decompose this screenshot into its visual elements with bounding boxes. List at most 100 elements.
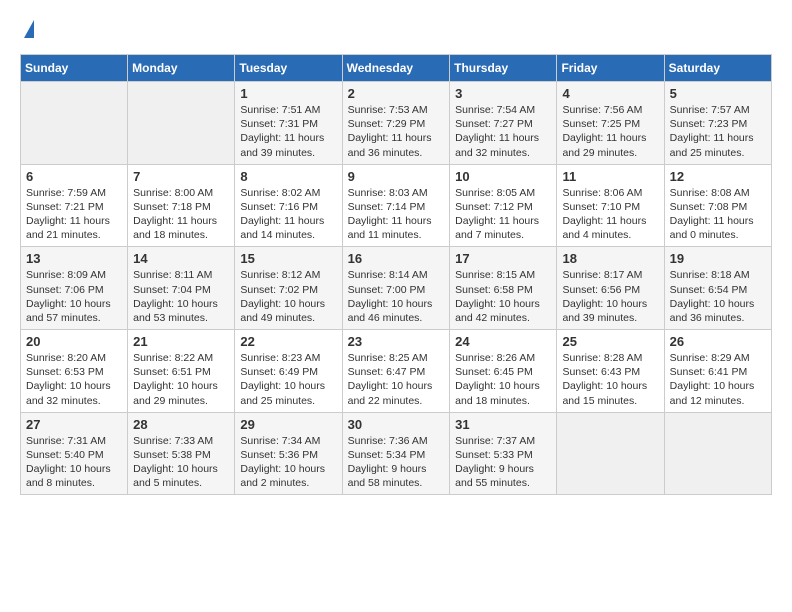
day-info: Sunrise: 8:06 AM Sunset: 7:10 PM Dayligh… [562,186,658,243]
day-info: Sunrise: 8:08 AM Sunset: 7:08 PM Dayligh… [670,186,766,243]
calendar-cell: 8Sunrise: 8:02 AM Sunset: 7:16 PM Daylig… [235,164,342,247]
day-info: Sunrise: 8:00 AM Sunset: 7:18 PM Dayligh… [133,186,229,243]
day-number: 8 [240,169,336,184]
day-info: Sunrise: 8:22 AM Sunset: 6:51 PM Dayligh… [133,351,229,408]
day-number: 26 [670,334,766,349]
calendar-cell [128,82,235,165]
day-info: Sunrise: 8:03 AM Sunset: 7:14 PM Dayligh… [348,186,445,243]
day-info: Sunrise: 7:57 AM Sunset: 7:23 PM Dayligh… [670,103,766,160]
day-info: Sunrise: 8:26 AM Sunset: 6:45 PM Dayligh… [455,351,551,408]
day-info: Sunrise: 8:09 AM Sunset: 7:06 PM Dayligh… [26,268,122,325]
calendar-table: SundayMondayTuesdayWednesdayThursdayFrid… [20,54,772,495]
day-info: Sunrise: 8:23 AM Sunset: 6:49 PM Dayligh… [240,351,336,408]
calendar-week-row: 1 Sunrise: 7:51 AM Sunset: 7:31 PM Daylig… [21,82,772,165]
calendar-cell: 9 Sunrise: 8:03 AM Sunset: 7:14 PM Daylig… [342,164,450,247]
day-number: 13 [26,251,122,266]
calendar-cell: 23Sunrise: 8:25 AM Sunset: 6:47 PM Dayli… [342,330,450,413]
day-number: 20 [26,334,122,349]
col-header-friday: Friday [557,55,664,82]
col-header-thursday: Thursday [450,55,557,82]
day-number: 3 [455,86,551,101]
calendar-week-row: 13 Sunrise: 8:09 AM Sunset: 7:06 PM Dayli… [21,247,772,330]
calendar-cell: 2 Sunrise: 7:53 AM Sunset: 7:29 PM Daylig… [342,82,450,165]
calendar-cell: 22 Sunrise: 8:23 AM Sunset: 6:49 PM Dayli… [235,330,342,413]
day-info: Sunrise: 7:33 AM Sunset: 5:38 PM Dayligh… [133,434,229,491]
day-info: Sunrise: 7:34 AM Sunset: 5:36 PM Dayligh… [240,434,336,491]
day-number: 1 [240,86,336,101]
day-info: Sunrise: 8:15 AM Sunset: 6:58 PM Dayligh… [455,268,551,325]
day-number: 9 [348,169,445,184]
calendar-week-row: 27 Sunrise: 7:31 AM Sunset: 5:40 PM Dayli… [21,412,772,495]
day-number: 4 [562,86,658,101]
day-info: Sunrise: 7:36 AM Sunset: 5:34 PM Dayligh… [348,434,445,491]
calendar-cell: 13 Sunrise: 8:09 AM Sunset: 7:06 PM Dayli… [21,247,128,330]
day-number: 28 [133,417,229,432]
day-number: 25 [562,334,658,349]
calendar-cell: 3 Sunrise: 7:54 AM Sunset: 7:27 PM Daylig… [450,82,557,165]
calendar-cell: 20 Sunrise: 8:20 AM Sunset: 6:53 PM Dayli… [21,330,128,413]
day-number: 18 [562,251,658,266]
day-info: Sunrise: 7:37 AM Sunset: 5:33 PM Dayligh… [455,434,551,491]
calendar-cell: 29 Sunrise: 7:34 AM Sunset: 5:36 PM Dayli… [235,412,342,495]
calendar-cell: 15 Sunrise: 8:12 AM Sunset: 7:02 PM Dayli… [235,247,342,330]
day-number: 16 [348,251,445,266]
day-info: Sunrise: 7:54 AM Sunset: 7:27 PM Dayligh… [455,103,551,160]
calendar-week-row: 20 Sunrise: 8:20 AM Sunset: 6:53 PM Dayli… [21,330,772,413]
calendar-cell: 14Sunrise: 8:11 AM Sunset: 7:04 PM Dayli… [128,247,235,330]
day-info: Sunrise: 8:05 AM Sunset: 7:12 PM Dayligh… [455,186,551,243]
day-number: 12 [670,169,766,184]
day-info: Sunrise: 7:31 AM Sunset: 5:40 PM Dayligh… [26,434,122,491]
day-number: 17 [455,251,551,266]
page-header [20,20,772,38]
calendar-cell: 26 Sunrise: 8:29 AM Sunset: 6:41 PM Dayli… [664,330,771,413]
day-number: 31 [455,417,551,432]
calendar-header-row: SundayMondayTuesdayWednesdayThursdayFrid… [21,55,772,82]
calendar-cell: 19 Sunrise: 8:18 AM Sunset: 6:54 PM Dayli… [664,247,771,330]
calendar-cell: 21 Sunrise: 8:22 AM Sunset: 6:51 PM Dayli… [128,330,235,413]
day-number: 24 [455,334,551,349]
calendar-cell: 4Sunrise: 7:56 AM Sunset: 7:25 PM Daylig… [557,82,664,165]
calendar-cell: 11 Sunrise: 8:06 AM Sunset: 7:10 PM Dayli… [557,164,664,247]
day-info: Sunrise: 8:18 AM Sunset: 6:54 PM Dayligh… [670,268,766,325]
col-header-sunday: Sunday [21,55,128,82]
day-number: 2 [348,86,445,101]
calendar-cell [664,412,771,495]
calendar-cell [21,82,128,165]
calendar-cell: 5Sunrise: 7:57 AM Sunset: 7:23 PM Daylig… [664,82,771,165]
day-number: 15 [240,251,336,266]
day-number: 30 [348,417,445,432]
day-number: 19 [670,251,766,266]
calendar-cell: 24 Sunrise: 8:26 AM Sunset: 6:45 PM Dayli… [450,330,557,413]
day-info: Sunrise: 7:51 AM Sunset: 7:31 PM Dayligh… [240,103,336,160]
day-info: Sunrise: 8:14 AM Sunset: 7:00 PM Dayligh… [348,268,445,325]
calendar-cell: 10 Sunrise: 8:05 AM Sunset: 7:12 PM Dayli… [450,164,557,247]
calendar-cell: 1 Sunrise: 7:51 AM Sunset: 7:31 PM Daylig… [235,82,342,165]
day-info: Sunrise: 8:20 AM Sunset: 6:53 PM Dayligh… [26,351,122,408]
calendar-cell: 30 Sunrise: 7:36 AM Sunset: 5:34 PM Dayli… [342,412,450,495]
col-header-wednesday: Wednesday [342,55,450,82]
day-number: 22 [240,334,336,349]
calendar-week-row: 6Sunrise: 7:59 AM Sunset: 7:21 PM Daylig… [21,164,772,247]
calendar-cell: 25 Sunrise: 8:28 AM Sunset: 6:43 PM Dayli… [557,330,664,413]
calendar-cell: 6Sunrise: 7:59 AM Sunset: 7:21 PM Daylig… [21,164,128,247]
calendar-cell: 7 Sunrise: 8:00 AM Sunset: 7:18 PM Daylig… [128,164,235,247]
day-number: 29 [240,417,336,432]
col-header-saturday: Saturday [664,55,771,82]
day-number: 10 [455,169,551,184]
calendar-cell: 31 Sunrise: 7:37 AM Sunset: 5:33 PM Dayli… [450,412,557,495]
day-info: Sunrise: 8:12 AM Sunset: 7:02 PM Dayligh… [240,268,336,325]
day-number: 11 [562,169,658,184]
day-info: Sunrise: 8:28 AM Sunset: 6:43 PM Dayligh… [562,351,658,408]
day-number: 7 [133,169,229,184]
day-info: Sunrise: 8:25 AM Sunset: 6:47 PM Dayligh… [348,351,445,408]
day-info: Sunrise: 8:29 AM Sunset: 6:41 PM Dayligh… [670,351,766,408]
day-number: 21 [133,334,229,349]
day-info: Sunrise: 7:53 AM Sunset: 7:29 PM Dayligh… [348,103,445,160]
day-info: Sunrise: 8:17 AM Sunset: 6:56 PM Dayligh… [562,268,658,325]
day-number: 27 [26,417,122,432]
logo-triangle-icon [24,20,34,38]
calendar-cell: 17 Sunrise: 8:15 AM Sunset: 6:58 PM Dayli… [450,247,557,330]
day-number: 6 [26,169,122,184]
calendar-cell: 28 Sunrise: 7:33 AM Sunset: 5:38 PM Dayli… [128,412,235,495]
col-header-monday: Monday [128,55,235,82]
